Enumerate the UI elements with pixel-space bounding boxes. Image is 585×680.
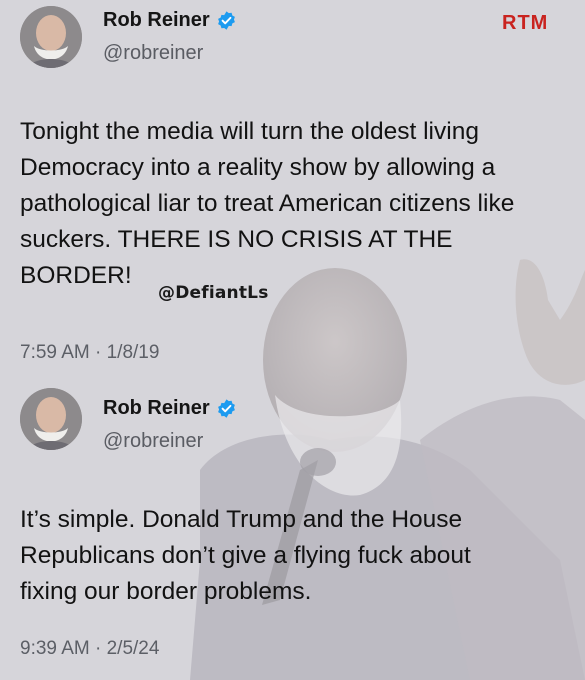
tweet-text: It’s simple. Donald Trump and the House … — [20, 502, 580, 610]
tweet-text: Tonight the media will turn the oldest l… — [20, 114, 580, 294]
tweet-text-line: pathological liar to treat American citi… — [20, 190, 515, 217]
author-name[interactable]: Rob Reiner — [103, 397, 237, 420]
tweet-timestamp[interactable]: 9:39 AM · 2/5/24 — [20, 638, 159, 660]
avatar[interactable] — [20, 388, 82, 450]
tweet-text-line: Democracy into a reality show by allowin… — [20, 154, 496, 181]
tweet-timestamp[interactable]: 7:59 AM · 1/8/19 — [20, 342, 159, 364]
tweet-card[interactable]: Rob Reiner @robreiner It’s simple. Donal… — [0, 388, 585, 680]
tweet-text-line: suckers. THERE IS NO CRISIS AT THE — [20, 226, 453, 253]
author-name[interactable]: Rob Reiner — [103, 9, 237, 32]
author-handle[interactable]: @robreiner — [103, 430, 203, 453]
tweet-card[interactable]: Rob Reiner @robreiner Tonight the media … — [0, 0, 585, 380]
tweet-text-line: Tonight the media will turn the oldest l… — [20, 118, 479, 145]
tweet-text-line: BORDER! — [20, 262, 132, 289]
tweet-text-line: Republicans don’t give a flying fuck abo… — [20, 542, 471, 569]
watermark-handle: @DefiantLs — [158, 283, 269, 303]
tweet-text-line: fixing our border problems. — [20, 578, 312, 605]
avatar[interactable] — [20, 6, 82, 68]
author-handle[interactable]: @robreiner — [103, 42, 203, 65]
tweet-text-line: It’s simple. Donald Trump and the House — [20, 506, 463, 533]
verified-badge-icon — [217, 399, 235, 418]
verified-badge-icon — [217, 11, 235, 30]
